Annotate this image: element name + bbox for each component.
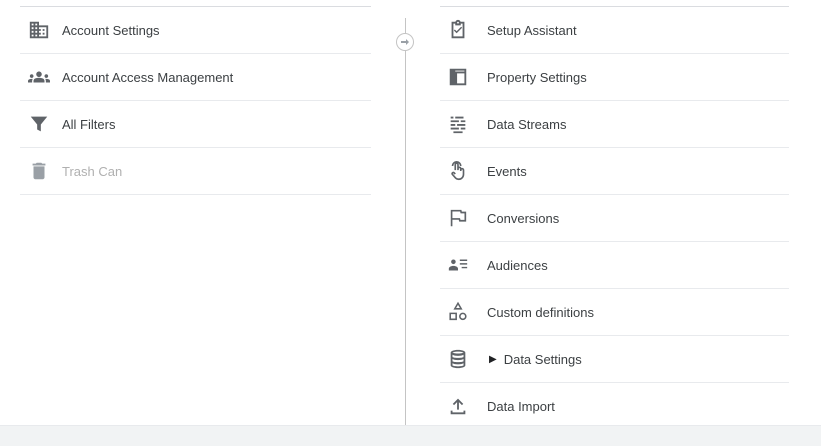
events-item[interactable]: Events	[440, 148, 789, 195]
custom-definitions-item[interactable]: Custom definitions	[440, 289, 789, 336]
data-import-label: Data Import	[487, 398, 555, 414]
data-settings-label: Data Settings	[503, 351, 582, 367]
data-import-item[interactable]: Data Import	[440, 383, 789, 430]
property-settings-item[interactable]: Property Settings	[440, 54, 789, 101]
audiences-label: Audiences	[487, 257, 548, 273]
flag-icon	[446, 206, 470, 230]
account-access-management-label: Account Access Management	[62, 69, 234, 85]
conversions-item[interactable]: Conversions	[440, 195, 789, 242]
audience-icon	[446, 253, 470, 277]
setup-assistant-label: Setup Assistant	[487, 22, 577, 38]
building-icon	[27, 18, 51, 42]
account-access-management-item[interactable]: Account Access Management	[20, 54, 371, 101]
database-icon	[446, 347, 470, 371]
trash-can-label: Trash Can	[62, 163, 123, 179]
property-column: Setup Assistant Property Settings Data S…	[440, 0, 789, 430]
account-settings-item[interactable]: Account Settings	[20, 7, 371, 54]
data-streams-label: Data Streams	[487, 116, 567, 132]
shapes-icon	[446, 300, 470, 324]
upload-icon	[446, 394, 470, 418]
trash-icon	[27, 159, 51, 183]
data-settings-item[interactable]: ▶ Data Settings	[440, 336, 789, 383]
custom-definitions-label: Custom definitions	[487, 304, 594, 320]
property-column-top-rule	[440, 0, 789, 7]
right-arrow-icon	[396, 33, 414, 51]
people-icon	[27, 65, 51, 89]
account-settings-label: Account Settings	[62, 22, 160, 38]
conversions-label: Conversions	[487, 210, 560, 226]
trash-can-item: Trash Can	[20, 148, 371, 195]
filter-icon	[27, 112, 51, 136]
all-filters-label: All Filters	[62, 116, 116, 132]
clipboard-check-icon	[446, 18, 470, 42]
property-layout-icon	[446, 65, 470, 89]
touch-icon	[446, 159, 470, 183]
column-divider	[405, 18, 406, 426]
all-filters-item[interactable]: All Filters	[20, 101, 371, 148]
setup-assistant-item[interactable]: Setup Assistant	[440, 7, 789, 54]
bottom-bar	[0, 425, 821, 446]
audiences-item[interactable]: Audiences	[440, 242, 789, 289]
data-streams-icon	[446, 112, 470, 136]
account-column: Account Settings Account Access Manageme…	[20, 0, 371, 195]
events-label: Events	[487, 163, 527, 179]
property-settings-label: Property Settings	[487, 69, 587, 85]
data-streams-item[interactable]: Data Streams	[440, 101, 789, 148]
expand-caret-icon[interactable]: ▶	[489, 354, 497, 365]
account-column-top-rule	[20, 0, 371, 7]
